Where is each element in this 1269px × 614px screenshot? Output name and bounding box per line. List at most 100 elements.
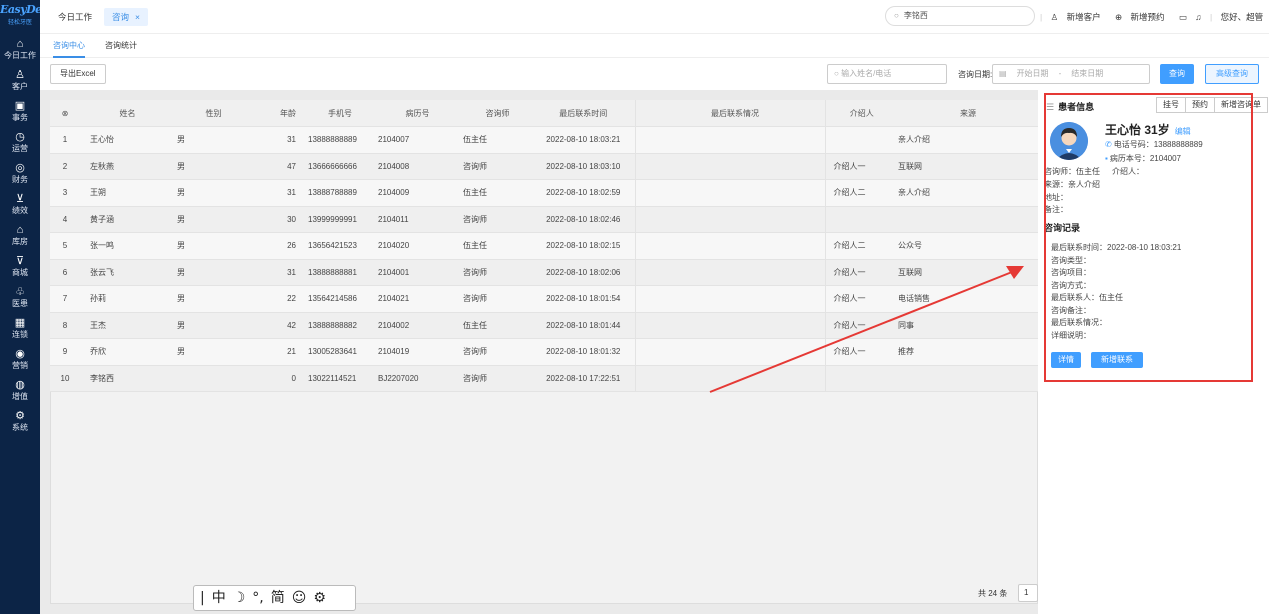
date-range-picker[interactable]: ▤ 开始日期 - 结束日期: [992, 64, 1150, 84]
column-header[interactable]: 最后联系情况: [634, 100, 825, 127]
table-row[interactable]: 1 王心怡男 31 13888888889 2104007 伍主任 2022-08-10 1…: [50, 126, 1038, 154]
logo-brand: EasyDent: [0, 3, 54, 16]
column-header[interactable]: 咨询师: [457, 100, 532, 127]
new-appointment-button[interactable]: ⊕ 新增预约: [1115, 12, 1171, 22]
table-cell: 13888788889: [302, 179, 372, 207]
sidebar-item[interactable]: ♙ 客户: [0, 65, 40, 96]
detail-button[interactable]: 详情: [1051, 352, 1081, 368]
table-cell: 王朔: [80, 179, 165, 207]
table-cell: 8: [50, 312, 80, 339]
appointment-button[interactable]: 预约: [1185, 97, 1215, 113]
table-cell: 2022-08-10 18:02:46: [532, 206, 635, 233]
table-row[interactable]: 6 张云飞男 31 13888888881 2104001 咨询师 2022-08-10 1…: [50, 259, 1038, 286]
table-cell: [634, 179, 825, 207]
table-cell: 30: [250, 206, 302, 233]
user-menu[interactable]: 您好、超管 ∨: [1221, 12, 1269, 22]
sidebar-item[interactable]: ▦ 连锁: [0, 313, 40, 344]
column-header[interactable]: ⊗: [50, 100, 80, 127]
sidebar-item[interactable]: ◍ 增值: [0, 375, 40, 406]
tab-label: 今日工作: [58, 12, 93, 22]
edit-link[interactable]: 编辑: [1175, 127, 1191, 136]
logo-sub: 轻松牙医: [7, 20, 32, 26]
new-customer-label: 新增客户: [1066, 12, 1101, 22]
ime-punctuation-icon[interactable]: °,: [252, 590, 263, 606]
table-cell: 王心怡: [80, 126, 165, 154]
column-header[interactable]: 病历号: [372, 100, 457, 127]
table-cell: 介绍人一: [824, 259, 890, 286]
column-header[interactable]: 手机号: [302, 100, 372, 127]
message-icon[interactable]: ▭: [1179, 12, 1187, 22]
table-cell: 2022-08-10 18:03:21: [532, 126, 635, 154]
ime-settings-icon[interactable]: ⚙: [313, 590, 326, 606]
sidebar-item[interactable]: ⚙ 系统: [0, 406, 40, 437]
table-cell: 互联网: [890, 259, 1038, 286]
table-header: ⊗ 姓名 性别 年龄 手机号 病历号 咨询师 最后联系时间 最后联系情况 介绍人 来源: [50, 100, 1038, 127]
patient-phone: ✆ 电话号码：13888888889: [1105, 139, 1203, 150]
page-input[interactable]: 1: [1018, 584, 1038, 602]
sidebar-item[interactable]: ⊻ 绩效: [0, 189, 40, 220]
table-row[interactable]: 5 张一鸣男 26 13656421523 2104020 伍主任 2022-08-10 1…: [50, 232, 1038, 260]
table-row[interactable]: 8 王杰男 42 13888888882 2104002 伍主任 2022-08-10 18…: [50, 312, 1038, 339]
table-cell: 咨询师: [457, 153, 532, 180]
table-cell: 互联网: [890, 153, 1038, 180]
advanced-query-button[interactable]: 高级查询: [1205, 64, 1259, 84]
table-cell: 2104008: [372, 153, 457, 180]
table-cell: 介绍人一: [824, 338, 890, 366]
table-row[interactable]: 3 王朔男 31 13888788889 2104009 伍主任 2022-08-10 18…: [50, 179, 1038, 207]
subtab-consult-center[interactable]: 咨询中心: [53, 40, 85, 58]
divider: |: [1210, 12, 1213, 22]
table-cell: 推荐: [890, 338, 1038, 366]
column-header[interactable]: 来源: [890, 100, 1038, 127]
new-customer-button[interactable]: ♙ 新增客户: [1051, 12, 1107, 22]
sidebar-item-label: 系统: [12, 423, 28, 432]
table-cell: [634, 232, 825, 260]
column-header[interactable]: 介绍人: [824, 100, 890, 127]
column-header[interactable]: 年龄: [250, 100, 302, 127]
table-cell: 男: [165, 179, 250, 207]
ime-emoji-icon[interactable]: ☺: [292, 590, 307, 606]
table-cell: 黄子涵: [80, 206, 165, 233]
table-cell: 2022-08-10 18:02:59: [532, 179, 635, 207]
sidebar-item-label: 事务: [12, 113, 28, 122]
table-row[interactable]: 9 乔欣男 21 13005283641 2104019 咨询师 2022-08-10 18…: [50, 338, 1038, 366]
ime-simplified-icon[interactable]: 简: [271, 590, 285, 606]
sidebar-item[interactable]: ⌂ 今日工作: [0, 34, 40, 65]
ime-cursor-icon[interactable]: |: [200, 590, 205, 606]
tab-today-work[interactable]: 今日工作: [50, 8, 100, 26]
export-excel-button[interactable]: 导出Excel: [50, 64, 106, 84]
table-cell: 公众号: [890, 232, 1038, 260]
new-consult-button[interactable]: 新增咨询单: [1214, 97, 1268, 113]
table-cell: [634, 338, 825, 366]
query-button[interactable]: 查询: [1160, 64, 1194, 84]
table-row[interactable]: 7 孙莉男 22 13564214586 2104021 咨询师 2022-08-10 18…: [50, 285, 1038, 313]
sidebar-item[interactable]: ◎ 财务: [0, 158, 40, 189]
column-header[interactable]: 性别: [165, 100, 250, 127]
table-row[interactable]: 2 左秋燕男 47 13666666666 2104008 咨询师 2022-08-10 1…: [50, 153, 1038, 180]
patient-record: ▪ 病历本号：2104007: [1105, 153, 1181, 164]
name-search-input[interactable]: ○ 输入姓名/电话: [827, 64, 947, 84]
close-icon[interactable]: ×: [135, 12, 140, 22]
add-contact-button[interactable]: 新增联系: [1091, 352, 1143, 368]
ime-moon-icon[interactable]: ☽: [233, 590, 246, 606]
sidebar-item[interactable]: ⌂ 库房: [0, 220, 40, 251]
column-header[interactable]: 最后联系时间: [532, 100, 635, 127]
sidebar-item[interactable]: ◷ 运营: [0, 127, 40, 158]
sidebar-item[interactable]: ♧ 医患: [0, 282, 40, 313]
tab-consult[interactable]: 咨询 ×: [104, 8, 148, 26]
register-button[interactable]: 挂号: [1156, 97, 1186, 113]
table-cell: 男: [165, 126, 250, 154]
sidebar-item[interactable]: ⊽ 商城: [0, 251, 40, 282]
sidebar-item[interactable]: ◉ 营销: [0, 344, 40, 375]
bell-icon[interactable]: ♫: [1195, 12, 1201, 22]
performance-icon: ⊻: [15, 193, 25, 205]
subtab-consult-stats[interactable]: 咨询统计: [105, 40, 137, 51]
global-search-input[interactable]: ○ 李铭西: [885, 6, 1035, 26]
ime-chinese-icon[interactable]: 中: [212, 590, 226, 606]
sidebar-item[interactable]: ▣ 事务: [0, 96, 40, 127]
table-row[interactable]: 4 黄子涵男 30 13999999991 2104011 咨询师 2022-08-10 1…: [50, 206, 1038, 233]
table-cell: 21: [250, 338, 302, 366]
table-row[interactable]: 10 李铭西 0 13022114521 BJ2207020 咨询师 2022-08-10 …: [50, 365, 1038, 392]
column-header[interactable]: 姓名: [80, 100, 165, 127]
table-cell: 亲人介绍: [890, 126, 1038, 154]
table-cell: [165, 365, 250, 392]
